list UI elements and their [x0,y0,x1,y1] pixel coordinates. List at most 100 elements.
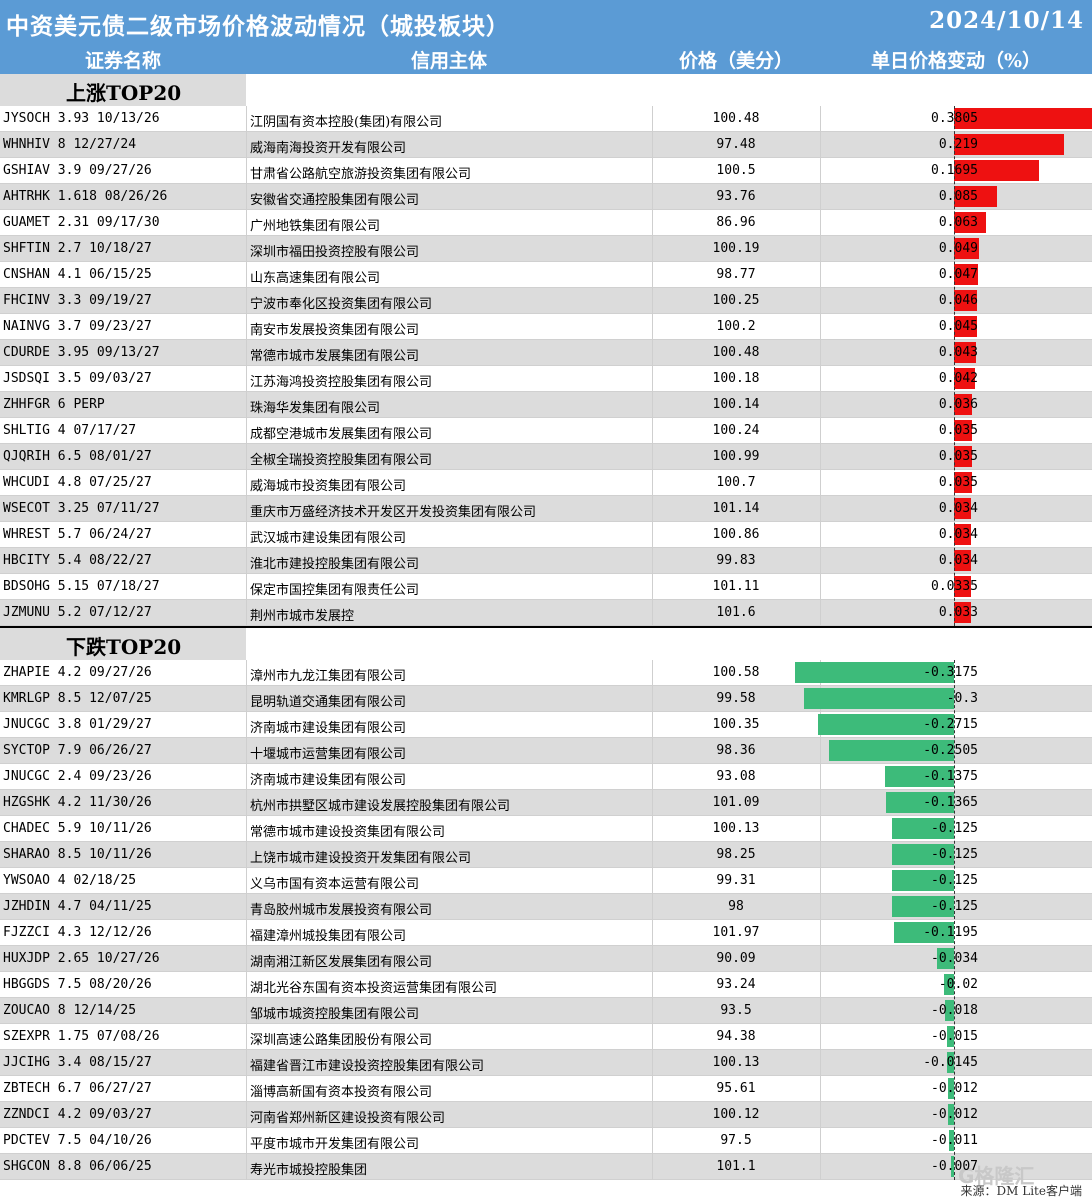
column-header-price: 价格（美分） [678,50,793,72]
table-row: SZEXPR 1.75 07/08/26 深圳高速公路集团股份有限公司 94.38-… [0,1024,1092,1050]
issuer-cell: 全椒全瑞投资控股集团有限公司 [250,453,433,468]
cell-separator [246,574,247,600]
issuer-cell: 常德市城市建设投资集团有限公司 [250,825,446,840]
cell-separator [652,184,653,210]
cell-separator [652,548,653,574]
bond-name-cell: JJCIHG 3.4 08/15/27 [3,1055,152,1070]
price-cell: 100.13 [712,821,760,836]
price-cell: 99.31 [716,873,756,888]
issuer-cell: 威海南海投资开发有限公司 [250,141,407,156]
bond-name-cell: CHADEC 5.9 10/11/26 [3,821,152,836]
issuer-cell: 平度市城市开发集团有限公司 [250,1137,420,1152]
price-cell: 100.25 [712,293,760,308]
table-row: ZBTECH 6.7 06/27/27 淄博高新国有资本投资有限公司 95.61 -0… [0,1076,1092,1102]
table-row: YWSOAO 4 02/18/25 义乌市国有资本运营有限公司 99.31 -0.12… [0,868,1092,894]
table-row: JSDSQI 3.5 09/03/27 江苏海鸿投资控股集团有限公司 100.18 0… [0,366,1092,392]
table-down: ZHAPIE 4.2 09/27/26 漳州市九龙江集团有限公司 100.58 -0.… [0,660,1092,1180]
table-row: SHLTIG 4 07/17/27 成都空港城市发展集团有限公司 100.24 0.0… [0,418,1092,444]
cell-separator [652,496,653,522]
price-cell: 101.09 [712,795,760,810]
cell-separator [246,262,247,288]
cell-separator [652,210,653,236]
cell-separator [652,972,653,998]
cell-separator [652,738,653,764]
table-row: JNUCGC 2.4 09/23/26 济南城市建设集团有限公司 93.08 -0.1… [0,764,1092,790]
cell-separator [652,106,653,132]
price-cell: 100.24 [712,423,760,438]
price-cell: 100.86 [712,527,760,542]
column-header-row: 证券名称 信用主体 价格（美分） 单日价格变动（%） [0,44,1092,74]
cell-separator [652,236,653,262]
issuer-cell: 山东高速集团有限公司 [250,271,381,286]
table-row: PDCTEV 7.5 04/10/26 平度市城市开发集团有限公司 97.5 -0.0… [0,1128,1092,1154]
price-cell: 95.61 [716,1081,756,1096]
issuer-cell: 重庆市万盛经济技术开发区开发投资集团有限公司 [250,505,537,520]
cell-separator [246,816,247,842]
bond-name-cell: WHCUDI 4.8 07/25/27 [3,475,152,490]
cell-separator [652,816,653,842]
bond-name-cell: YWSOAO 4 02/18/25 [3,873,137,888]
price-cell: 100.7 [716,475,756,490]
price-cell: 100.5 [716,163,756,178]
table-row: GSHIAV 3.9 09/27/26 甘肃省公路航空旅游投资集团有限公司 100.… [0,158,1092,184]
cell-separator [246,470,247,496]
table-row: SYCTOP 7.9 06/26/27 十堰城市运营集团有限公司 98.36 -0.2… [0,738,1092,764]
table-row: BDSOHG 5.15 07/18/27 保定市国控集团有限责任公司 101.11 0… [0,574,1092,600]
table-row: KMRLGP 8.5 12/07/25 昆明轨道交通集团有限公司 99.58 -0.3 [0,686,1092,712]
issuer-cell: 成都空港城市发展集团有限公司 [250,427,433,442]
table-row: CNSHAN 4.1 06/15/25 山东高速集团有限公司 98.77 0.047 [0,262,1092,288]
table-row: ZOUCAO 8 12/14/25 邹城市城资控股集团有限公司 93.5 -0.018 [0,998,1092,1024]
issuer-cell: 深圳高速公路集团股份有限公司 [250,1033,433,1048]
cell-separator [246,764,247,790]
table-row: FJZZCI 4.3 12/12/26 福建漳州城投集团有限公司 101.97 -0.… [0,920,1092,946]
cell-separator [246,972,247,998]
price-cell: 101.6 [716,605,756,620]
cell-separator [246,366,247,392]
cell-separator [652,132,653,158]
price-cell: 100.99 [712,449,760,464]
bond-name-cell: GUAMET 2.31 09/17/30 [3,215,160,230]
price-cell: 98.36 [716,743,756,758]
cell-separator [652,366,653,392]
table-row: WSECOT 3.25 07/11/27 重庆市万盛经济技术开发区开发投资集团有限… [0,496,1092,522]
issuer-cell: 安徽省交通控股集团有限公司 [250,193,420,208]
cell-separator [652,158,653,184]
cell-separator [652,842,653,868]
table-row: HUXJDP 2.65 10/27/26 湖南湘江新区发展集团有限公司 90.09-… [0,946,1092,972]
cell-separator [652,660,653,686]
source-footer: 来源：DM Lite客户端 [960,1184,1082,1198]
issuer-cell: 荆州市城市发展控 [250,609,355,624]
bond-name-cell: SHLTIG 4 07/17/27 [3,423,137,438]
bond-name-cell: HBCITY 5.4 08/22/27 [3,553,152,568]
issuer-cell: 湖南湘江新区发展集团有限公司 [250,955,433,970]
issuer-cell: 福建省晋江市建设投资控股集团有限公司 [250,1059,485,1074]
table-row: SHFTIN 2.7 10/18/27 深圳市福田投资控股有限公司 100.19 0.… [0,236,1092,262]
cell-separator [246,444,247,470]
cell-separator [652,340,653,366]
bond-name-cell: FHCINV 3.3 09/19/27 [3,293,152,308]
issuer-cell: 义乌市国有资本运营有限公司 [250,877,420,892]
issuer-cell: 寿光市城投控股集团 [250,1163,368,1178]
issuer-cell: 常德市城市发展集团有限公司 [250,349,420,364]
column-header-bond: 证券名称 [84,50,161,72]
cell-separator [246,288,247,314]
cell-separator [246,920,247,946]
table-row: ZZNDCI 4.2 09/03/27 河南省郑州新区建设投资有限公司 100.12… [0,1102,1092,1128]
bond-name-cell: ZOUCAO 8 12/14/25 [3,1003,137,1018]
price-cell: 100.35 [712,717,760,732]
issuer-cell: 漳州市九龙江集团有限公司 [250,669,407,684]
table-row: QJQRIH 6.5 08/01/27 全椒全瑞投资控股集团有限公司 100.99 0… [0,444,1092,470]
bond-name-cell: WHREST 5.7 06/24/27 [3,527,152,542]
bond-name-cell: SHGCON 8.8 06/06/25 [3,1159,152,1174]
report-date: 2024/10/14 [929,7,1084,34]
cell-separator [652,418,653,444]
cell-separator [246,132,247,158]
table-row: WHCUDI 4.8 07/25/27 威海城市投资集团有限公司 100.7 0.03… [0,470,1092,496]
price-cell: 99.83 [716,553,756,568]
section-header-up: 上涨TOP20 [0,74,1092,106]
bond-name-cell: QJQRIH 6.5 08/01/27 [3,449,152,464]
bond-name-cell: ZHAPIE 4.2 09/27/26 [3,665,152,680]
price-cell: 93.08 [716,769,756,784]
section-label-up: 上涨TOP20 [66,81,182,105]
section-label-down: 下跌TOP20 [66,635,182,659]
